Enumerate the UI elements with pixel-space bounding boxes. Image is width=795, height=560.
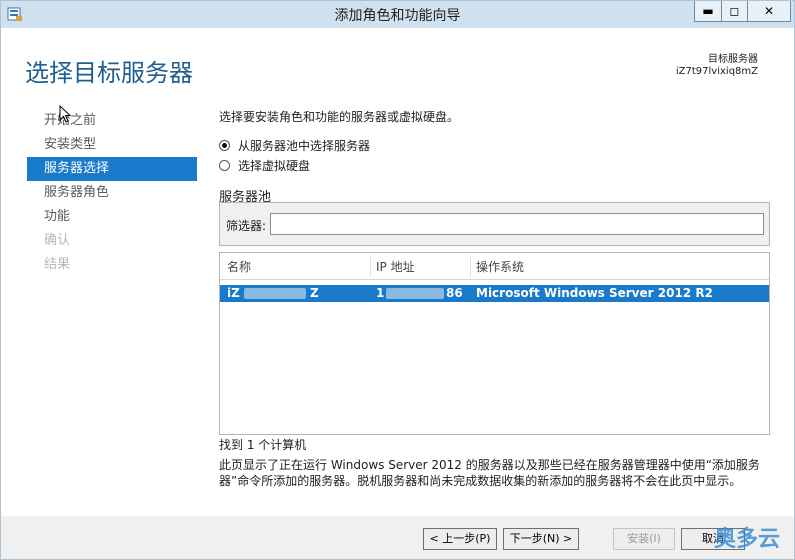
radio-server-pool[interactable]: 从服务器池中选择服务器 bbox=[219, 137, 370, 154]
wizard-window: 添加角色和功能向导 ▬ ◻ ✕ 选择目标服务器 目标服务器 iZ7t97lvix… bbox=[0, 0, 795, 560]
nav-item-installation-type[interactable]: 安装类型 bbox=[27, 133, 197, 157]
nav-item-features[interactable]: 功能 bbox=[27, 205, 197, 229]
found-count: 找到 1 个计算机 bbox=[219, 438, 307, 452]
close-button[interactable]: ✕ bbox=[747, 1, 791, 22]
instruction-text: 选择要安装角色和功能的服务器或虚拟硬盘。 bbox=[219, 110, 460, 124]
watermark-logo: 奥多云 bbox=[713, 527, 780, 552]
redacted-name bbox=[244, 288, 306, 299]
nav-item-before-you-begin[interactable]: 开始之前 bbox=[27, 109, 197, 133]
grid-header: 名称 IP 地址 操作系统 bbox=[220, 253, 769, 280]
radio-unselected-icon[interactable] bbox=[219, 160, 230, 171]
filter-label: 筛选器: bbox=[226, 219, 267, 233]
row-ip-start: 1 bbox=[376, 286, 385, 300]
destination-server-value: iZ7t97lvixiq8mZ bbox=[675, 66, 758, 77]
nav-item-confirmation: 确认 bbox=[44, 233, 71, 248]
title-bar[interactable]: 添加角色和功能向导 ▬ ◻ ✕ bbox=[1, 1, 794, 28]
page-title: 选择目标服务器 bbox=[25, 59, 193, 87]
destination-server: 目标服务器 iZ7t97lvixiq8mZ bbox=[676, 54, 758, 78]
radio-virtual-disk[interactable]: 选择虚拟硬盘 bbox=[219, 157, 310, 174]
filter-input[interactable] bbox=[270, 213, 764, 235]
mouse-cursor-icon bbox=[59, 105, 71, 123]
previous-button[interactable]: < 上一步(P) bbox=[423, 528, 497, 550]
row-os: Microsoft Windows Server 2012 R2 Datacen… bbox=[476, 286, 713, 314]
redacted-ip bbox=[386, 288, 444, 299]
window-title: 添加角色和功能向导 bbox=[334, 8, 461, 24]
filter-panel: 筛选器: bbox=[219, 202, 770, 246]
row-name-end: Z bbox=[310, 286, 319, 300]
footer-bar: < 上一步(P) 下一步(N) > 安装(I) 取消 奥多云 bbox=[1, 516, 794, 559]
wizard-nav: 开始之前 安装类型 服务器选择 服务器角色 功能 确认 结果 bbox=[27, 109, 197, 277]
radio-virtual-disk-label: 选择虚拟硬盘 bbox=[238, 159, 311, 173]
destination-server-label: 目标服务器 bbox=[708, 54, 758, 65]
minimize-button[interactable]: ▬ bbox=[694, 1, 722, 22]
radio-selected-icon[interactable] bbox=[219, 140, 230, 151]
nav-item-results: 结果 bbox=[44, 257, 71, 272]
radio-server-pool-label: 从服务器池中选择服务器 bbox=[238, 139, 371, 153]
next-button[interactable]: 下一步(N) > bbox=[503, 528, 579, 550]
install-button: 安装(I) bbox=[613, 528, 675, 550]
column-ip[interactable]: IP 地址 bbox=[376, 258, 415, 275]
nav-item-server-roles[interactable]: 服务器角色 bbox=[27, 181, 197, 205]
table-row[interactable]: iZ Z 1 86 Microsoft Windows Server 2012 … bbox=[220, 285, 769, 314]
maximize-button[interactable]: ◻ bbox=[721, 1, 748, 22]
column-name[interactable]: 名称 bbox=[227, 258, 251, 275]
column-os[interactable]: 操作系统 bbox=[476, 258, 524, 275]
info-text: 此页显示了正在运行 Windows Server 2012 的服务器以及那些已经… bbox=[219, 458, 760, 488]
row-name-start: iZ bbox=[227, 286, 240, 300]
nav-item-server-selection[interactable]: 服务器选择 bbox=[27, 157, 197, 181]
row-ip-end: 86 bbox=[446, 286, 463, 300]
server-pool-grid: 名称 IP 地址 操作系统 iZ Z 1 86 Microsoft Window… bbox=[219, 252, 770, 435]
